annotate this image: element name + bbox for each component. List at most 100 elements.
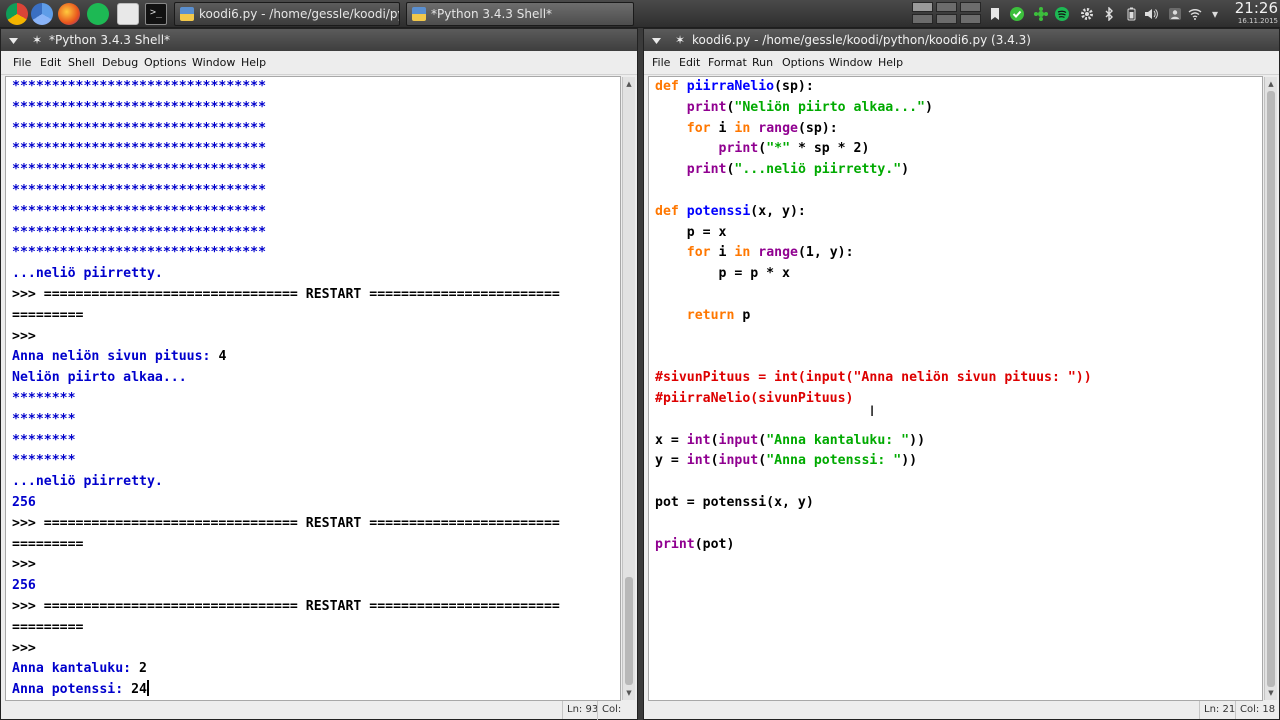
- shell-statusbar: Ln: 93 Col: 16: [1, 701, 637, 720]
- bluetooth-icon[interactable]: [1102, 6, 1116, 22]
- code-token: i: [710, 245, 735, 261]
- menu-window[interactable]: Window: [192, 51, 235, 75]
- spotify-icon[interactable]: [87, 3, 109, 25]
- editor-menubar: File Edit Format Run Options Window Help: [644, 51, 1279, 75]
- code-token: (: [710, 432, 719, 448]
- code-token: int: [686, 432, 711, 448]
- menu-edit[interactable]: Edit: [679, 51, 700, 75]
- code-token: p = p * x: [655, 266, 790, 282]
- task-button-shell[interactable]: *Python 3.4.3 Shell*: [406, 2, 634, 26]
- editor-title: koodi6.py - /home/gessle/koodi/python/ko…: [692, 33, 1031, 47]
- code-token: (x, y):: [750, 203, 806, 219]
- menu-run[interactable]: Run: [752, 51, 773, 75]
- menu-file[interactable]: File: [652, 51, 670, 75]
- editor-scrollbar[interactable]: ▲ ▼: [1264, 77, 1277, 700]
- scroll-down-icon[interactable]: ▼: [625, 688, 633, 698]
- spotify-tray-icon[interactable]: [1055, 7, 1069, 21]
- bookmark-icon[interactable]: [988, 7, 1002, 21]
- menu-shell[interactable]: Shell: [68, 51, 95, 75]
- puzzle-icon[interactable]: [1034, 7, 1048, 21]
- shell-line: ********************************: [12, 120, 267, 136]
- code-token: def: [655, 79, 687, 94]
- chevron-down-icon[interactable]: ▾: [1208, 7, 1222, 21]
- code-line: p = p * x: [655, 264, 790, 285]
- code-token: y =: [655, 453, 687, 469]
- code-line: y = int(input("Anna potenssi: ")): [655, 451, 917, 472]
- volume-icon[interactable]: [1144, 7, 1158, 21]
- menu-window[interactable]: Window: [829, 51, 872, 75]
- code-token: in: [734, 245, 751, 261]
- shell-prompt-text: Anna potenssi:: [12, 682, 132, 698]
- check-icon[interactable]: [1010, 7, 1024, 21]
- scroll-down-icon[interactable]: ▼: [1267, 688, 1275, 698]
- user-input: 4: [218, 349, 227, 365]
- chrome-icon[interactable]: [6, 3, 28, 25]
- code-token: return: [686, 307, 735, 323]
- code-token: i: [710, 120, 735, 136]
- scroll-up-icon[interactable]: ▲: [1267, 79, 1275, 89]
- workspace-2[interactable]: [936, 2, 957, 12]
- shell-menubar: File Edit Shell Debug Options Window Hel…: [1, 51, 637, 75]
- clock[interactable]: 21:26 16.11.2015: [1226, 0, 1278, 26]
- menu-edit[interactable]: Edit: [40, 51, 61, 75]
- folder-icon[interactable]: [117, 3, 139, 25]
- code-line: pot = potenssi(x, y): [655, 493, 814, 514]
- wifi-icon[interactable]: [1188, 7, 1202, 21]
- code-token: ): [901, 162, 910, 178]
- menu-debug[interactable]: Debug: [102, 51, 138, 75]
- line-number: Ln: 21: [1199, 701, 1235, 719]
- shell-scrollbar[interactable]: ▲ ▼: [622, 77, 635, 700]
- shell-line: >>> ================================ RES…: [12, 599, 560, 614]
- code-token: for: [686, 245, 711, 261]
- workspace-6[interactable]: [960, 14, 981, 24]
- shell-prompt-text: Anna neliön sivun pituus:: [12, 349, 219, 365]
- task-label: koodi6.py - /home/gessle/koodi/pyt: [199, 7, 400, 21]
- editor-titlebar[interactable]: ✶ koodi6.py - /home/gessle/koodi/python/…: [644, 29, 1279, 51]
- window-menu-icon[interactable]: [9, 36, 18, 45]
- workspace-3[interactable]: [960, 2, 981, 12]
- code-token: range: [758, 120, 798, 136]
- workspace-switcher[interactable]: [912, 2, 984, 26]
- menu-help[interactable]: Help: [878, 51, 903, 75]
- task-button-editor[interactable]: koodi6.py - /home/gessle/koodi/pyt: [174, 2, 400, 26]
- gear-icon[interactable]: [1080, 7, 1094, 21]
- code-token: (pot): [694, 536, 735, 552]
- code-token: in: [734, 120, 751, 136]
- shell-titlebar[interactable]: ✶ *Python 3.4.3 Shell*: [1, 29, 637, 51]
- menu-help[interactable]: Help: [241, 51, 266, 75]
- user-input: 24: [131, 682, 147, 698]
- shell-line: ********************************: [12, 79, 267, 94]
- menu-file[interactable]: File: [13, 51, 31, 75]
- chromium-icon[interactable]: [31, 3, 53, 25]
- clock-date: 16.11.2015: [1237, 17, 1278, 25]
- pin-icon[interactable]: ✶: [675, 29, 685, 51]
- python-icon: [180, 7, 194, 21]
- shell-line: ...neliö piirretty.: [12, 266, 163, 282]
- shell-line: 256: [12, 578, 36, 594]
- window-menu-icon[interactable]: [652, 36, 661, 45]
- menu-format[interactable]: Format: [708, 51, 747, 75]
- workspace-5[interactable]: [936, 14, 957, 24]
- pin-icon[interactable]: ✶: [32, 29, 42, 51]
- scroll-up-icon[interactable]: ▲: [625, 79, 633, 89]
- code-editor[interactable]: def piirraNelio(sp): print("Neliön piirt…: [648, 76, 1263, 701]
- shell-line: ********: [12, 432, 76, 448]
- scrollbar-thumb[interactable]: [625, 577, 633, 685]
- shell-output-area[interactable]: ******************************** ********…: [5, 76, 621, 701]
- battery-icon[interactable]: [1124, 7, 1138, 21]
- menu-options[interactable]: Options: [782, 51, 824, 75]
- scrollbar-thumb[interactable]: [1267, 91, 1275, 687]
- firefox-icon[interactable]: [58, 3, 80, 25]
- line-number: Ln: 93: [562, 701, 598, 719]
- workspace-4[interactable]: [912, 14, 933, 24]
- code-token: p: [734, 307, 751, 323]
- workspace-1[interactable]: [912, 2, 933, 12]
- terminal-icon[interactable]: >_: [145, 3, 167, 25]
- code-token: x =: [655, 432, 687, 448]
- menu-options[interactable]: Options: [144, 51, 186, 75]
- code-token: )): [909, 432, 926, 448]
- shell-line: Anna kantaluku: 2: [12, 659, 147, 680]
- user-icon[interactable]: [1168, 7, 1182, 21]
